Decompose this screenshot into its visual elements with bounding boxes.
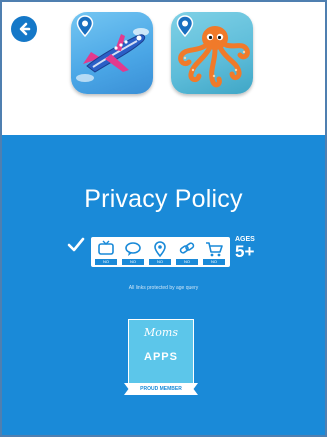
moms-logo-title: APPS: [144, 351, 178, 363]
airplane-app-tile[interactable]: [71, 12, 153, 94]
location-pin-icon: [154, 241, 166, 258]
shopping-cart-icon: [206, 242, 223, 257]
moms-logo-script: Moms: [144, 326, 178, 339]
badge-caption: NO: [203, 259, 225, 265]
age-rating: AGES 5+: [235, 236, 271, 261]
link-icon: [179, 242, 195, 254]
privacy-badges: NO NO NO NO NO: [91, 237, 230, 267]
moms-apps-badge[interactable]: Moms APPS PROUD MEMBER: [124, 319, 198, 405]
badge-caption: NO: [122, 259, 144, 265]
location-pin-icon: [176, 15, 194, 37]
arrow-left-icon: [19, 22, 31, 36]
octopus-app-tile[interactable]: [171, 12, 253, 94]
privacy-panel: Privacy Policy NO NO NO NO NO AGES 5+ Al…: [2, 135, 325, 435]
back-button[interactable]: [11, 16, 37, 42]
privacy-badge-strip: NO NO NO NO NO AGES 5+: [67, 233, 272, 273]
ages-value: 5+: [235, 242, 255, 261]
location-pin-icon: [76, 15, 94, 37]
proud-member-ribbon: PROUD MEMBER: [124, 383, 198, 395]
no-location-badge: NO: [149, 239, 171, 265]
badge-caption: NO: [176, 259, 198, 265]
page-title: Privacy Policy: [84, 185, 243, 213]
moms-apps-card: Moms APPS: [128, 319, 194, 385]
no-purchases-badge: NO: [203, 239, 225, 265]
tv-icon: [98, 240, 114, 255]
age-query-note: All links protected by age query: [128, 285, 199, 291]
badge-caption: NO: [149, 259, 171, 265]
badge-caption: NO: [95, 259, 117, 265]
no-chat-badge: NO: [122, 239, 144, 265]
app-frame: Privacy Policy NO NO NO NO NO AGES 5+ Al…: [0, 0, 327, 437]
checkmark-icon: [67, 237, 85, 267]
chat-bubble-icon: [125, 242, 141, 256]
no-ads-badge: NO: [95, 239, 117, 265]
no-links-badge: NO: [176, 239, 198, 265]
top-bar: [2, 2, 325, 135]
